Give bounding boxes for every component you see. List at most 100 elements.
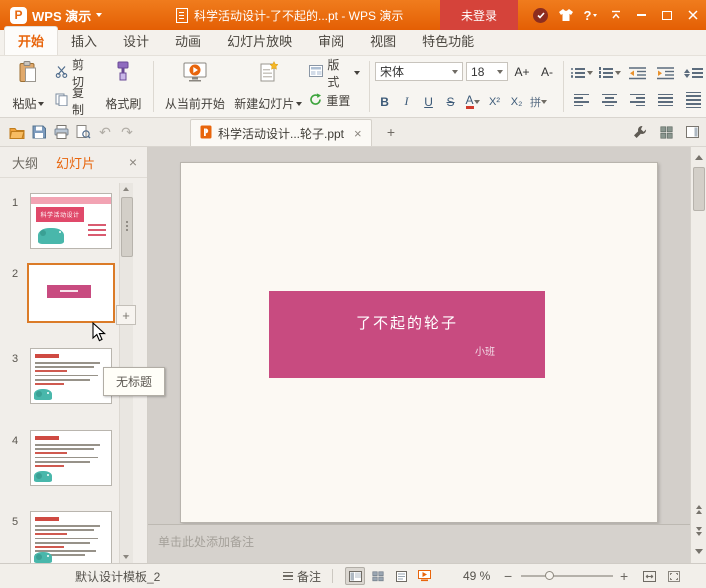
increase-font-button[interactable]: A+ xyxy=(511,62,533,81)
fit-window-button[interactable] xyxy=(643,564,656,588)
window-layout-icon[interactable] xyxy=(655,121,677,143)
align-left-button[interactable] xyxy=(569,89,594,111)
reading-view-button[interactable] xyxy=(391,567,411,585)
align-center-button[interactable] xyxy=(597,89,622,111)
toolbox-icon[interactable] xyxy=(629,121,651,143)
subscript-button[interactable]: X₂ xyxy=(507,92,526,111)
align-center-icon xyxy=(602,93,618,107)
scrollbar-thumb[interactable] xyxy=(121,197,133,257)
copy-button[interactable]: 复制 xyxy=(51,86,99,117)
collapse-ribbon-icon[interactable] xyxy=(603,0,628,30)
notes-toggle-button[interactable]: 备注 xyxy=(283,564,321,588)
print-preview-icon[interactable] xyxy=(72,121,94,143)
tab-view[interactable]: 视图 xyxy=(357,27,409,55)
decrease-indent-button[interactable] xyxy=(625,62,650,84)
scroll-down-icon[interactable] xyxy=(123,555,129,559)
wps-hotspot-icon[interactable] xyxy=(528,0,553,30)
minimize-button[interactable] xyxy=(628,0,654,30)
phonetic-guide-button[interactable]: 拼 xyxy=(529,92,548,111)
scroll-up-button[interactable] xyxy=(691,149,706,165)
previous-slide-button[interactable] xyxy=(691,501,706,517)
reset-button[interactable]: 重置 xyxy=(305,90,364,111)
font-size-select[interactable]: 18 xyxy=(466,62,509,81)
slide-thumbnail-5[interactable] xyxy=(30,511,112,563)
layout-button[interactable]: 版式 xyxy=(305,58,364,89)
tab-animation[interactable]: 动画 xyxy=(162,27,214,55)
save-icon[interactable] xyxy=(28,121,50,143)
document-tab-close-icon[interactable]: × xyxy=(354,126,362,141)
vertical-scrollbar[interactable] xyxy=(690,147,706,563)
zoom-slider-track[interactable] xyxy=(521,571,613,580)
new-slide-label: 新建幻灯片 xyxy=(234,97,295,111)
slide-thumbnail-1[interactable]: 科学活动设计 xyxy=(30,193,112,249)
hotspot-check-icon xyxy=(533,7,548,23)
new-document-tab-button[interactable]: + xyxy=(382,123,400,141)
slide-thumbnail-2-selected[interactable] xyxy=(27,263,115,323)
line-spacing-bars xyxy=(692,68,704,78)
task-pane-icon[interactable] xyxy=(681,121,703,143)
zoom-slider-thumb[interactable] xyxy=(545,571,554,580)
slide-title-placeholder[interactable]: 了不起的轮子 小班 xyxy=(269,291,545,378)
slideshow-view-button[interactable] xyxy=(414,567,434,585)
notes-area[interactable]: 单击此处添加备注 xyxy=(148,524,690,563)
skin-icon[interactable] xyxy=(553,0,578,30)
italic-button[interactable]: I xyxy=(397,92,416,111)
view-switcher xyxy=(345,564,434,588)
tab-insert[interactable]: 插入 xyxy=(58,27,110,55)
scroll-down-button[interactable] xyxy=(691,543,706,559)
zoom-out-button[interactable]: − xyxy=(504,564,512,588)
slide-thumbnail-4[interactable] xyxy=(30,430,112,486)
slide-canvas[interactable]: 了不起的轮子 小班 xyxy=(180,162,658,523)
slide-sorter-view-button[interactable] xyxy=(368,567,388,585)
scissors-icon xyxy=(55,65,68,81)
next-slide-button[interactable] xyxy=(691,523,706,539)
scroll-up-icon[interactable] xyxy=(123,187,129,191)
document-tab-label: 科学活动设计...轮子.ppt xyxy=(218,126,345,141)
help-icon[interactable]: ? xyxy=(578,0,603,30)
format-painter-button[interactable]: 格式刷 xyxy=(99,59,148,114)
fullscreen-button[interactable] xyxy=(668,564,680,588)
normal-view-button[interactable] xyxy=(345,567,365,585)
strikethrough-button[interactable]: S xyxy=(441,92,460,111)
superscript-button[interactable]: X² xyxy=(485,92,504,111)
play-from-current-button[interactable]: 从当前开始 xyxy=(159,59,231,114)
tab-outline[interactable]: 大纲 xyxy=(12,153,38,172)
line-spacing-button[interactable] xyxy=(681,62,706,84)
zoom-slider[interactable] xyxy=(521,564,613,588)
font-color-button[interactable]: A xyxy=(463,92,482,111)
slide-thumbnail-3[interactable] xyxy=(30,348,112,404)
cut-button[interactable]: 剪切 xyxy=(51,58,99,89)
tab-special-features[interactable]: 特色功能 xyxy=(409,27,487,55)
document-tab[interactable]: 科学活动设计...轮子.ppt × xyxy=(190,119,372,146)
tab-slides[interactable]: 幻灯片 xyxy=(56,153,95,172)
redo-icon[interactable]: ↷ xyxy=(116,121,138,143)
bullet-list-button[interactable] xyxy=(569,62,594,84)
font-name-select[interactable]: 宋体 xyxy=(375,62,464,81)
underline-button[interactable]: U xyxy=(419,92,438,111)
bold-button[interactable]: B xyxy=(375,92,394,111)
decrease-font-button[interactable]: A- xyxy=(536,62,558,81)
scrollbar-thumb[interactable] xyxy=(693,167,705,211)
paste-button[interactable]: 粘贴 xyxy=(6,59,51,114)
align-right-button[interactable] xyxy=(625,89,650,111)
tab-home[interactable]: 开始 xyxy=(4,26,59,55)
login-button[interactable]: 未登录 xyxy=(439,0,518,30)
tab-review[interactable]: 审阅 xyxy=(305,27,357,55)
open-file-icon[interactable] xyxy=(6,121,28,143)
add-slide-button[interactable]: + xyxy=(116,305,136,325)
maximize-button[interactable] xyxy=(654,0,680,30)
close-button[interactable] xyxy=(680,0,706,30)
distribute-button[interactable] xyxy=(681,89,706,111)
tab-design[interactable]: 设计 xyxy=(110,27,162,55)
tab-slideshow[interactable]: 幻灯片放映 xyxy=(214,27,305,55)
numbered-list-button[interactable] xyxy=(597,62,622,84)
increase-indent-button[interactable] xyxy=(653,62,678,84)
undo-icon[interactable]: ↶ xyxy=(94,121,116,143)
zoom-in-button[interactable]: + xyxy=(620,564,628,588)
align-right-icon xyxy=(630,93,646,107)
panel-close-icon[interactable]: × xyxy=(129,154,137,170)
chevron-down-icon xyxy=(354,70,361,75)
print-icon[interactable] xyxy=(50,121,72,143)
new-slide-button[interactable]: 新建幻灯片 xyxy=(231,59,305,114)
justify-button[interactable] xyxy=(653,89,678,111)
